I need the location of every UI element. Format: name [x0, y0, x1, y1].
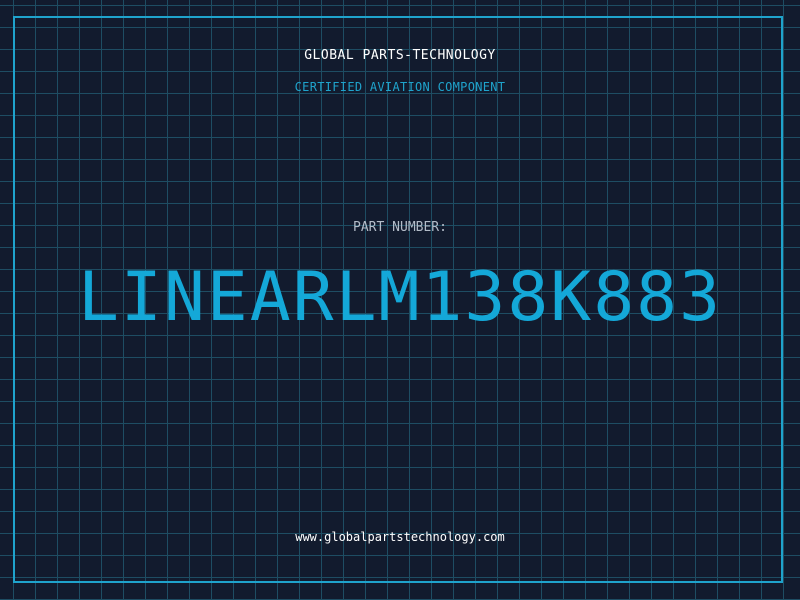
part-number-value: LINEARLM138K883 [77, 258, 723, 337]
company-name: GLOBAL PARTS-TECHNOLOGY [304, 48, 496, 63]
website-url: www.globalpartstechnology.com [295, 530, 505, 544]
part-number-label: PART NUMBER: [353, 220, 447, 235]
certification-subtitle: CERTIFIED AVIATION COMPONENT [294, 80, 506, 94]
